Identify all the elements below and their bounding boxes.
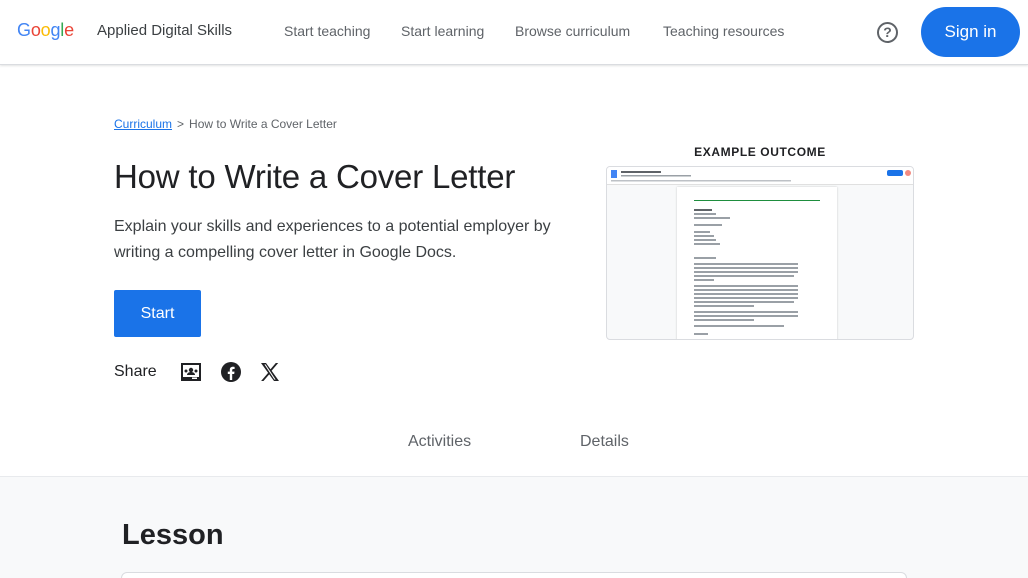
x-icon[interactable] bbox=[259, 361, 281, 383]
example-outcome-image[interactable] bbox=[606, 166, 914, 340]
example-outcome-label: EXAMPLE OUTCOME bbox=[694, 145, 826, 159]
logo-letter: g bbox=[50, 20, 61, 40]
nav-teaching-resources[interactable]: Teaching resources bbox=[663, 23, 784, 39]
facebook-icon[interactable] bbox=[220, 361, 242, 383]
docs-page-preview bbox=[677, 187, 837, 339]
nav-start-teaching[interactable]: Start teaching bbox=[284, 23, 370, 39]
logo-letter: o bbox=[40, 20, 51, 40]
nav-start-learning[interactable]: Start learning bbox=[401, 23, 484, 39]
page-title: How to Write a Cover Letter bbox=[114, 158, 516, 195]
share-label: Share bbox=[114, 363, 157, 380]
lesson-heading: Lesson bbox=[122, 519, 224, 551]
start-button[interactable]: Start bbox=[114, 290, 201, 337]
sign-in-button[interactable]: Sign in bbox=[921, 7, 1020, 57]
google-classroom-icon[interactable] bbox=[180, 361, 202, 383]
nav-browse-curriculum[interactable]: Browse curriculum bbox=[515, 23, 630, 39]
logo-letter: G bbox=[17, 20, 31, 40]
tab-activities[interactable]: Activities bbox=[408, 433, 471, 451]
breadcrumb: Curriculum > How to Write a Cover Letter bbox=[114, 117, 337, 131]
breadcrumb-current: How to Write a Cover Letter bbox=[189, 117, 337, 131]
breadcrumb-curriculum-link[interactable]: Curriculum bbox=[114, 117, 172, 131]
docs-toolbar bbox=[607, 167, 913, 185]
page-description: Explain your skills and experiences to a… bbox=[114, 218, 551, 261]
logo-letter: o bbox=[30, 20, 41, 40]
top-navigation-bar: Google Applied Digital Skills Start teac… bbox=[0, 0, 1028, 65]
lesson-card[interactable] bbox=[121, 572, 907, 578]
help-icon[interactable]: ? bbox=[877, 22, 898, 43]
tab-details[interactable]: Details bbox=[580, 433, 629, 451]
breadcrumb-separator: > bbox=[177, 117, 185, 131]
product-name[interactable]: Applied Digital Skills bbox=[97, 22, 232, 39]
logo-letter: e bbox=[64, 20, 74, 40]
google-logo[interactable]: Google bbox=[17, 20, 74, 41]
